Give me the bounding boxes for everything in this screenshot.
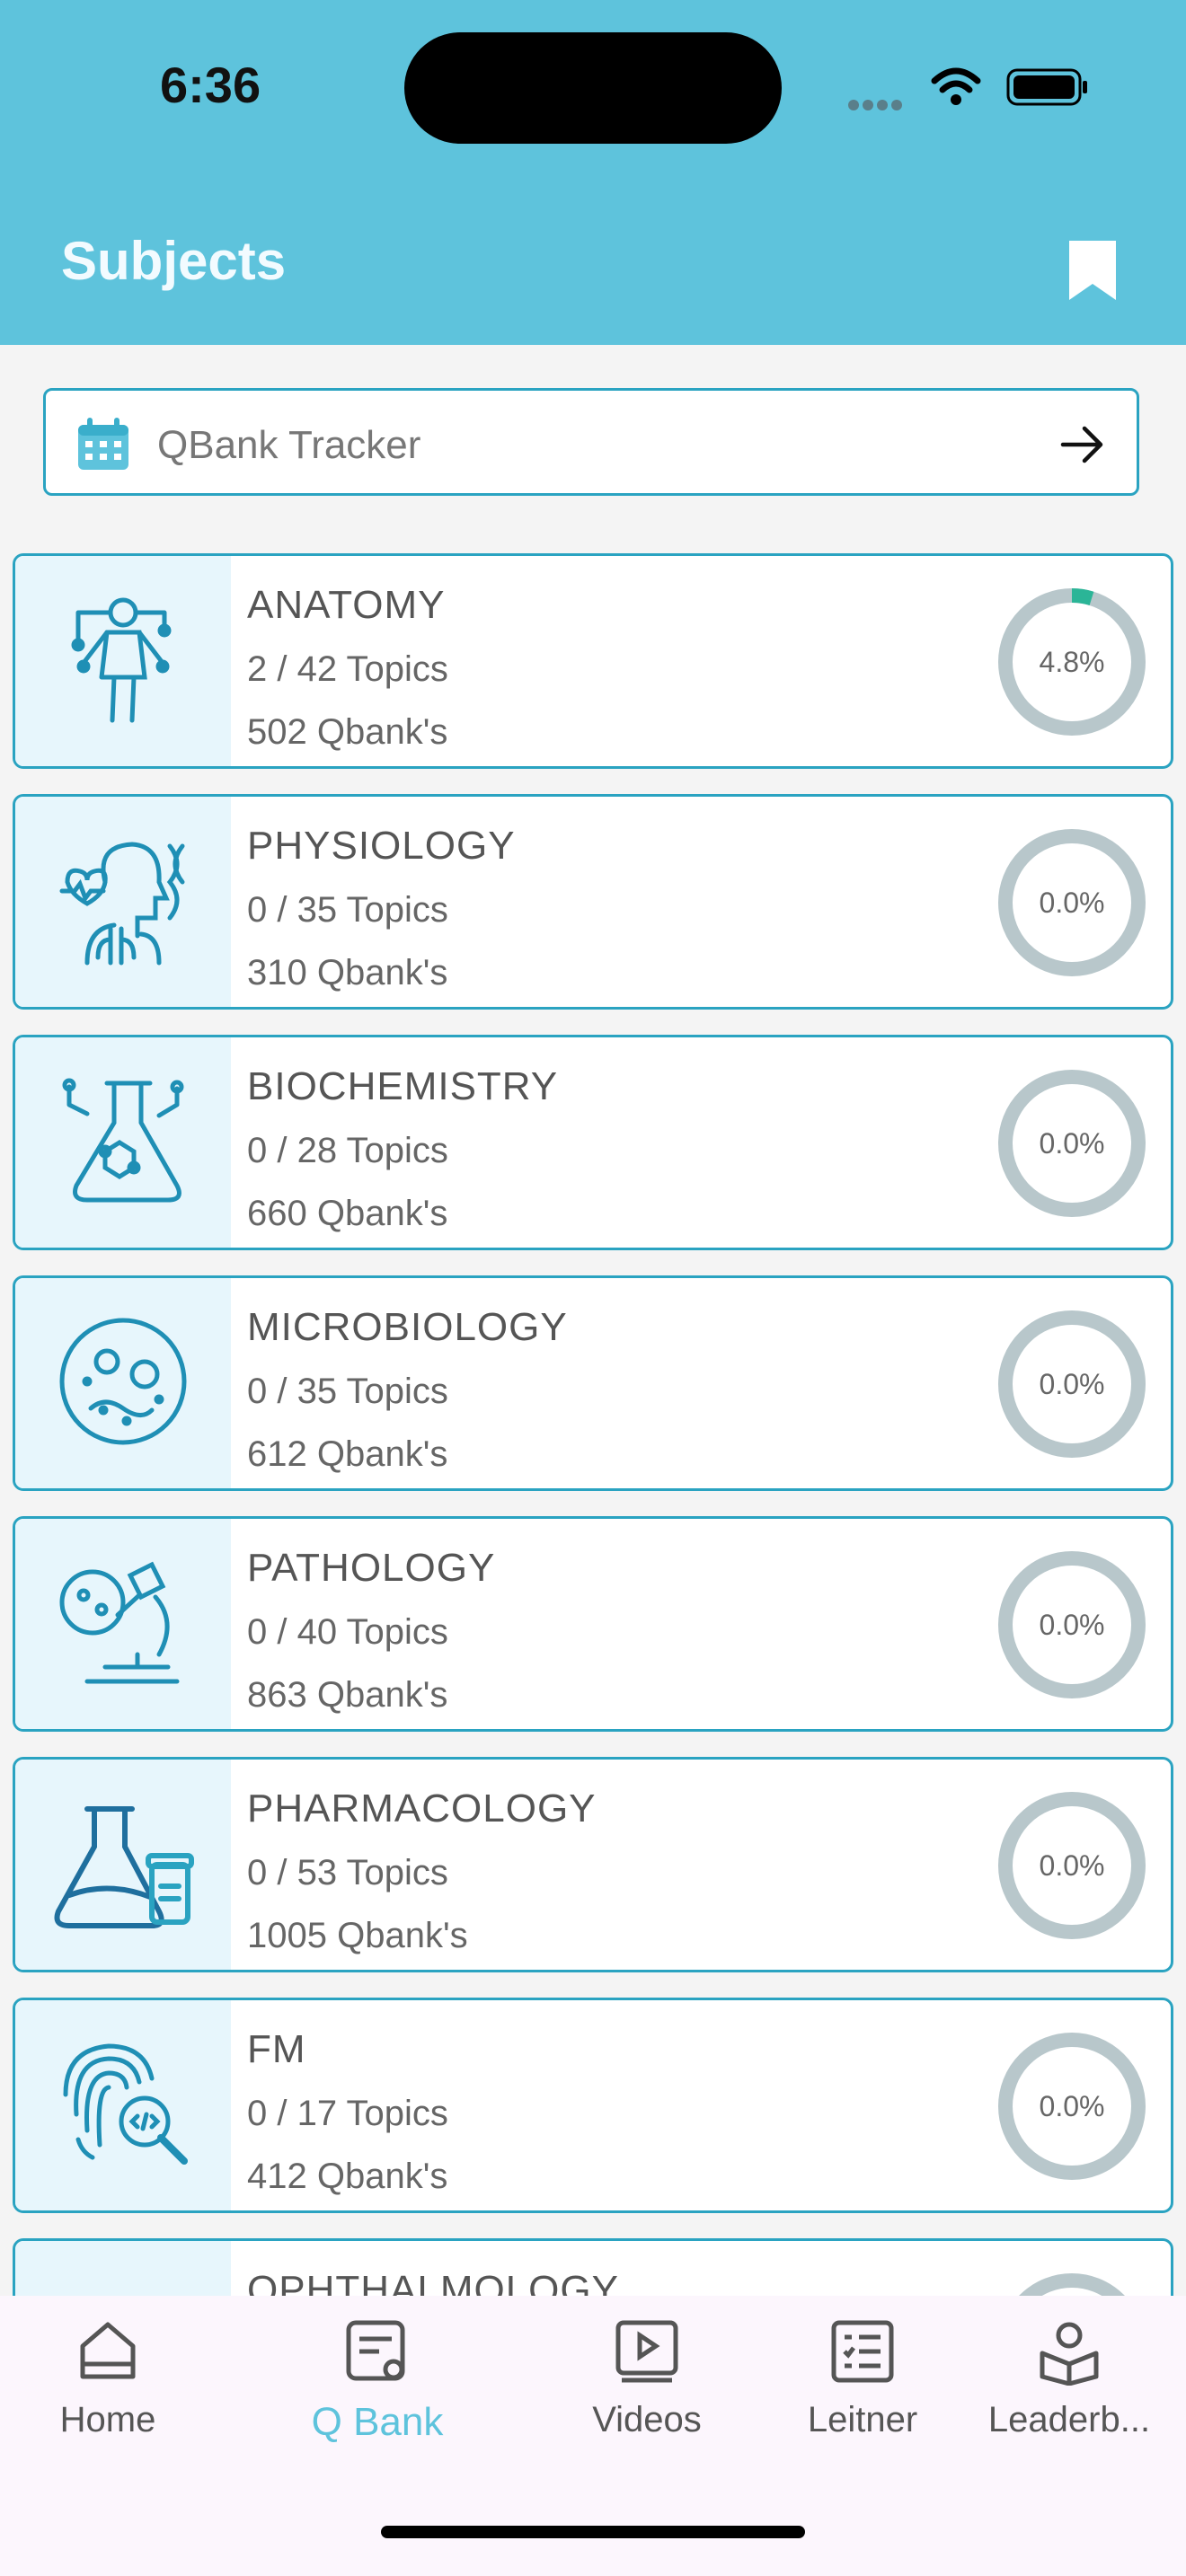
microscope-icon	[59, 1561, 180, 1684]
tab-home[interactable]: Home	[0, 2317, 216, 2488]
tab-leaderboard[interactable]: Leaderb...	[961, 2317, 1177, 2488]
subject-topics: 0 / 35 Topics	[247, 1372, 448, 1411]
tracker-label: QBank Tracker	[157, 423, 421, 467]
subject-name: ANATOMY	[247, 583, 446, 627]
human-anatomy-icon	[71, 597, 172, 723]
progress-percent: 0.0%	[1039, 887, 1105, 919]
dynamic-island	[404, 32, 782, 144]
subject-qbank-count: 660 Qbank's	[247, 1194, 448, 1233]
subject-qbank-count: 412 Qbank's	[247, 2157, 448, 2196]
subject-qbank-count: 612 Qbank's	[247, 1434, 448, 1474]
subject-card-physiology[interactable]: PHYSIOLOGY 0 / 35 Topics 310 Qbank's 0.0…	[13, 794, 1173, 1010]
status-time: 6:36	[160, 57, 261, 113]
tab-label: Leaderb...	[987, 2400, 1151, 2439]
page-title: Subjects	[61, 231, 287, 291]
subject-qbank-count: 1005 Qbank's	[247, 1916, 468, 1955]
subject-icon-box	[15, 2000, 231, 2210]
subject-icon-box	[15, 2241, 231, 2296]
progress-percent: 0.0%	[1039, 1609, 1105, 1641]
bookmark-icon[interactable]	[1067, 239, 1118, 302]
subject-name: BIOCHEMISTRY	[247, 1064, 559, 1108]
progress-ring	[1019, 2273, 1125, 2296]
app-header: 6:36 Subjects	[0, 0, 1186, 345]
arrow-right-icon	[1060, 426, 1103, 463]
tab-qbank[interactable]: Q Bank	[270, 2317, 485, 2488]
status-icons	[848, 66, 1091, 110]
subject-card-fm[interactable]: FM 0 / 17 Topics 412 Qbank's 0.0%	[13, 1998, 1173, 2213]
subject-card-ophthalmology[interactable]: OPHTHALMOLOGY	[13, 2238, 1173, 2296]
subject-icon-box	[15, 797, 231, 1007]
battery-icon	[1006, 68, 1087, 106]
tab-label: Home	[59, 2400, 156, 2439]
subject-card-biochemistry[interactable]: BIOCHEMISTRY 0 / 28 Topics 660 Qbank's 0…	[13, 1035, 1173, 1250]
subjects-list[interactable]: ANATOMY 2 / 42 Topics 502 Qbank's 4.8% P…	[13, 553, 1173, 2296]
tab-leitner[interactable]: Leitner	[755, 2317, 970, 2488]
video-play-icon	[615, 2320, 678, 2383]
cellular-signal-icon	[848, 97, 911, 110]
subject-topics: 0 / 35 Topics	[247, 890, 448, 930]
home-indicator	[381, 2526, 805, 2538]
subject-qbank-count: 863 Qbank's	[247, 1675, 448, 1715]
subject-topics: 2 / 42 Topics	[247, 649, 448, 689]
subject-name: PATHOLOGY	[247, 1546, 496, 1590]
eye-icon	[51, 2272, 195, 2296]
progress-percent: 4.8%	[1039, 646, 1105, 678]
microbes-petri-icon	[59, 1318, 187, 1445]
checklist-icon	[831, 2320, 894, 2383]
progress-percent: 0.0%	[1039, 1368, 1105, 1400]
fingerprint-search-icon	[63, 2043, 188, 2165]
progress-percent: 0.0%	[1039, 2090, 1105, 2122]
progress-percent: 0.0%	[1039, 1127, 1105, 1160]
subject-card-microbiology[interactable]: MICROBIOLOGY 0 / 35 Topics 612 Qbank's 0…	[13, 1275, 1173, 1491]
subject-qbank-count: 310 Qbank's	[247, 953, 448, 992]
subject-name: MICROBIOLOGY	[247, 1305, 568, 1349]
subject-icon-box	[15, 1278, 231, 1488]
subject-name: PHARMACOLOGY	[247, 1786, 597, 1831]
flask-pill-bottle-icon	[54, 1806, 194, 1928]
subject-qbank-count: 502 Qbank's	[247, 712, 448, 752]
subject-card-pharmacology[interactable]: PHARMACOLOGY 0 / 53 Topics 1005 Qbank's …	[13, 1757, 1173, 1972]
qbank-tracker-button[interactable]: QBank Tracker	[43, 388, 1139, 496]
subject-name: FM	[247, 2027, 306, 2071]
tab-label: Leitner	[807, 2400, 918, 2439]
subject-icon-box	[15, 556, 231, 766]
physiology-icon	[59, 842, 185, 966]
biochemistry-flask-icon	[62, 1078, 184, 1203]
calendar-icon	[78, 418, 128, 470]
tab-label: Videos	[592, 2400, 702, 2439]
subject-topics: 0 / 28 Topics	[247, 1131, 448, 1170]
qbank-icon	[346, 2320, 405, 2381]
subject-icon-box	[15, 1760, 231, 1970]
progress-percent: 0.0%	[1039, 1849, 1105, 1882]
wifi-icon	[931, 67, 981, 105]
subject-icon-box	[15, 1519, 231, 1729]
subject-card-pathology[interactable]: PATHOLOGY 0 / 40 Topics 863 Qbank's 0.0%	[13, 1516, 1173, 1732]
tab-label: Q Bank	[311, 2400, 444, 2444]
subject-icon-box	[15, 1037, 231, 1248]
subject-topics: 0 / 17 Topics	[247, 2094, 448, 2133]
subject-topics: 0 / 53 Topics	[247, 1853, 448, 1892]
subject-name: PHYSIOLOGY	[247, 824, 516, 868]
subject-card-anatomy[interactable]: ANATOMY 2 / 42 Topics 502 Qbank's 4.8%	[13, 553, 1173, 769]
subject-name: OPHTHALMOLOGY	[247, 2268, 619, 2296]
subject-topics: 0 / 40 Topics	[247, 1612, 448, 1652]
tab-videos[interactable]: Videos	[539, 2317, 755, 2488]
home-icon	[80, 2322, 136, 2379]
leaderboard-icon	[1040, 2322, 1099, 2386]
